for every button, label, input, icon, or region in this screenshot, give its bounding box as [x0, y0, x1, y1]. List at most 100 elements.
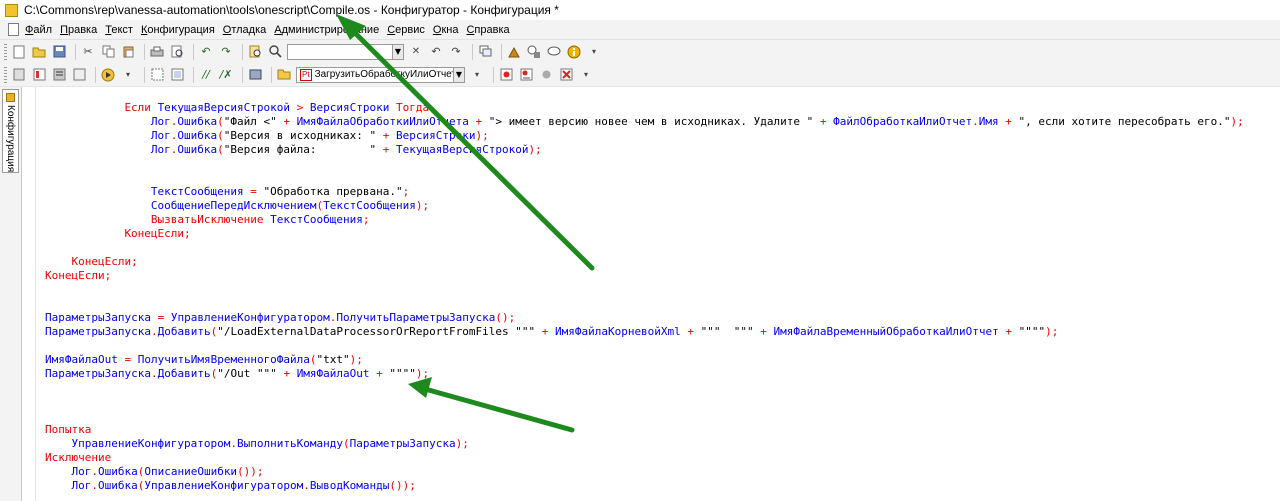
breakpoint-icon[interactable]: [498, 67, 514, 83]
menu-configuration[interactable]: Конфигурация: [141, 24, 215, 36]
toolbar-overflow-icon[interactable]: ▾: [469, 67, 485, 83]
code-token: ВыводКоманды: [309, 479, 390, 492]
code-token: ();: [495, 311, 516, 324]
cut-icon[interactable]: ✂: [80, 44, 96, 60]
menu-text[interactable]: Текст: [105, 24, 133, 36]
code-line[interactable]: Лог.Ошибка("Версия файла: " + ТекущаяВер…: [151, 143, 542, 157]
code-editor[interactable]: Если ТекущаяВерсияСтрокой > ВерсияСтроки…: [37, 87, 1280, 501]
print-preview-icon[interactable]: [169, 44, 185, 60]
code-token: """": [1018, 325, 1046, 338]
configuration-tab[interactable]: Конфигурация: [2, 89, 19, 173]
code-token: ПолучитьИмяВременногоФайла: [137, 353, 310, 366]
uncomment-lines-icon[interactable]: /✗: [218, 67, 234, 83]
code-line[interactable]: Если ТекущаяВерсияСтрокой > ВерсияСтроки…: [124, 101, 429, 115]
code-token: =: [250, 185, 264, 198]
code-line[interactable]: ПараметрыЗапуска.Добавить("/Out """ + Им…: [45, 367, 429, 381]
find-in-file-icon[interactable]: [247, 44, 263, 60]
code-token: );: [528, 143, 542, 156]
code-line[interactable]: Попытка: [45, 423, 91, 437]
code-token: );: [475, 129, 489, 142]
code-line[interactable]: Исключение: [45, 451, 111, 465]
menu-administration[interactable]: Администрирование: [274, 24, 379, 36]
code-token: +: [283, 115, 297, 128]
menu-help[interactable]: Справка: [466, 24, 509, 36]
toolbar-overflow-icon[interactable]: ▾: [586, 44, 602, 60]
menu-service[interactable]: Сервис: [387, 24, 425, 36]
menu-edit[interactable]: Правка: [60, 24, 97, 36]
menu-debug[interactable]: Отладка: [223, 24, 267, 36]
editor-gutter[interactable]: [22, 87, 36, 501]
code-line[interactable]: КонецЕсли;: [45, 269, 111, 283]
template-icon[interactable]: [149, 67, 165, 83]
form-icon[interactable]: [71, 67, 87, 83]
code-token: .: [150, 367, 158, 380]
code-token: ПараметрыЗапуска: [45, 311, 158, 324]
procedure-dropdown-button[interactable]: ▼: [454, 66, 465, 83]
code-line[interactable]: Лог.Ошибка("Версия в исходниках: " + Вер…: [151, 129, 489, 143]
code-line[interactable]: КонецЕсли;: [124, 227, 190, 241]
menu-windows[interactable]: Окна: [433, 24, 459, 36]
find-previous-icon[interactable]: ↶: [428, 44, 444, 60]
search-icon[interactable]: [267, 44, 283, 60]
code-line[interactable]: ВызватьИсключение ТекстСообщения;: [151, 213, 370, 227]
save-icon[interactable]: [51, 44, 67, 60]
toolbar-separator: [501, 43, 502, 60]
run-debug-icon[interactable]: [100, 67, 116, 83]
code-token: ВызватьИсключение: [150, 213, 271, 226]
code-token: +: [1005, 115, 1019, 128]
debug-tool-icon[interactable]: [506, 44, 522, 60]
code-token: Ошибка: [97, 465, 138, 478]
open-folder-icon[interactable]: [31, 44, 47, 60]
code-token: "txt": [316, 353, 350, 366]
document-icon[interactable]: [8, 23, 19, 36]
code-line[interactable]: СообщениеПередИсключением(ТекстСообщения…: [151, 199, 429, 213]
run-dropdown-icon[interactable]: ▾: [120, 67, 136, 83]
code-line[interactable]: КонецЕсли;: [71, 255, 137, 269]
copy-icon[interactable]: [100, 44, 116, 60]
print-icon[interactable]: [149, 44, 165, 60]
breakpoint-list-icon[interactable]: [518, 67, 534, 83]
configuration-tab-label: Конфигурация: [5, 104, 16, 172]
procedure-selector[interactable]: Pt ЗагрузитьОбработкуИлиОтчет(: [296, 66, 454, 83]
redo-icon[interactable]: ↷: [218, 44, 234, 60]
code-line[interactable]: ТекстСообщения = "Обработка прервана.";: [151, 185, 409, 199]
code-line[interactable]: ПараметрыЗапуска = УправлениеКонфигурато…: [45, 311, 515, 325]
procedure-navigator-icon[interactable]: [276, 67, 292, 83]
disable-breakpoint-icon[interactable]: [538, 67, 554, 83]
code-token: +: [760, 325, 774, 338]
code-token: ТекстСообщения: [150, 185, 251, 198]
toolbar-overflow-icon[interactable]: ▾: [578, 67, 594, 83]
code-line[interactable]: УправлениеКонфигуратором.ВыполнитьКоманд…: [71, 437, 468, 451]
code-line[interactable]: Лог. Ошибка("Файл <" + ИмяФайлаОбработкиИ…: [151, 115, 1244, 129]
search-input[interactable]: [287, 43, 393, 60]
code-line[interactable]: Лог.Ошибка(ОписаниеОшибки());: [71, 465, 263, 479]
procedure-list-icon[interactable]: [51, 67, 67, 83]
toolbar-grip[interactable]: [4, 66, 7, 83]
code-token: +: [819, 115, 834, 128]
toolbar-grip[interactable]: [4, 43, 7, 60]
indent-block-icon[interactable]: [247, 67, 263, 83]
code-token: +: [1005, 325, 1019, 338]
find-next-icon[interactable]: ↷: [448, 44, 464, 60]
clear-search-icon[interactable]: ✕: [408, 44, 424, 60]
code-line[interactable]: ИмяФайлаOut = ПолучитьИмяВременногоФайла…: [45, 353, 363, 367]
code-token: (: [309, 353, 317, 366]
search-dropdown-button[interactable]: ▼: [393, 43, 404, 60]
new-document-icon[interactable]: [11, 44, 27, 60]
windows-icon[interactable]: [477, 44, 493, 60]
code-token: Если: [124, 101, 158, 114]
remove-breakpoints-icon[interactable]: [558, 67, 574, 83]
code-token: ИмяФайлаКорневойXml: [554, 325, 688, 338]
info-icon[interactable]: [566, 44, 582, 60]
undo-icon[interactable]: ↶: [198, 44, 214, 60]
code-line[interactable]: Лог.Ошибка(УправлениеКонфигуратором.Выво…: [71, 479, 415, 493]
menu-file[interactable]: Файл: [25, 24, 52, 36]
syntax-helper-icon[interactable]: [526, 44, 542, 60]
comment-lines-icon[interactable]: //: [198, 67, 214, 83]
code-line[interactable]: ПараметрыЗапуска.Добавить("/LoadExternal…: [45, 325, 1058, 339]
format-block-icon[interactable]: [169, 67, 185, 83]
paste-icon[interactable]: [120, 44, 136, 60]
module-properties-icon[interactable]: [11, 67, 27, 83]
chat-icon[interactable]: [546, 44, 562, 60]
bookmark-list-icon[interactable]: [31, 67, 47, 83]
